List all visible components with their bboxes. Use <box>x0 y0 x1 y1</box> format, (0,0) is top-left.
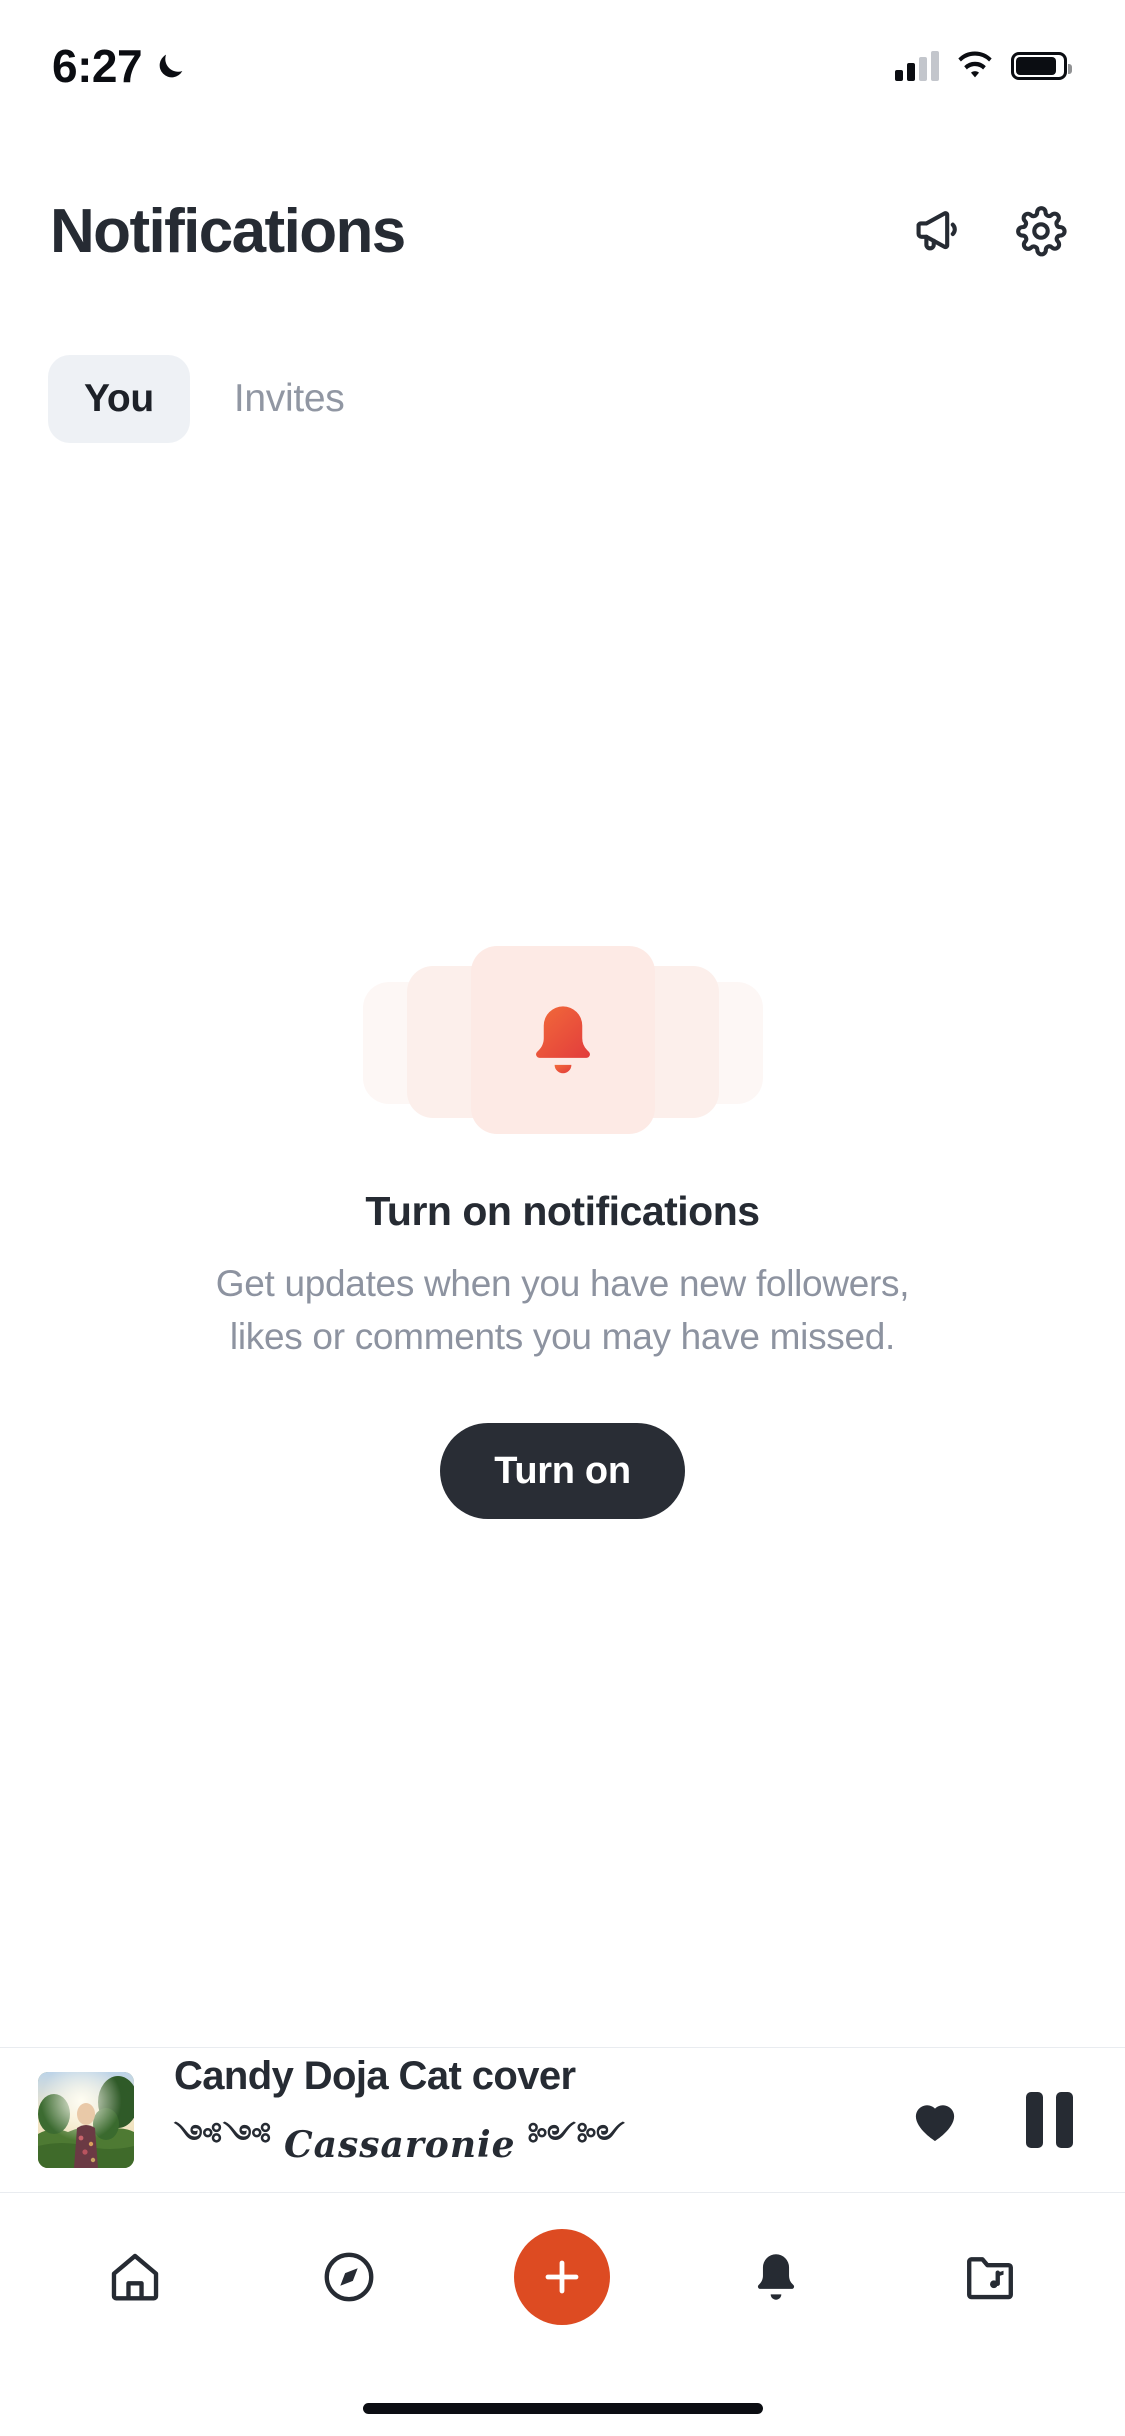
crescent-moon-icon <box>154 49 188 83</box>
wifi-icon <box>955 51 995 81</box>
track-title: Candy Doja Cat cover <box>174 2053 576 2098</box>
megaphone-icon[interactable] <box>909 203 965 259</box>
status-bar: 6:27 <box>0 0 1125 132</box>
status-bar-right <box>895 51 1072 81</box>
track-artist-name: Cassaronie <box>284 2123 516 2166</box>
album-artwork[interactable] <box>38 2072 134 2168</box>
turn-on-button[interactable]: Turn on <box>440 1423 685 1519</box>
ornament-right-icon: ༻༻ <box>527 2118 626 2154</box>
empty-state-title: Turn on notifications <box>365 1188 760 1234</box>
empty-state-subtitle: Get updates when you have new followers,… <box>215 1257 910 1363</box>
nav-discover[interactable] <box>294 2222 404 2332</box>
notifications-tabs: You Invites <box>48 355 381 443</box>
heart-filled-icon[interactable] <box>903 2088 967 2152</box>
status-bar-time: 6:27 <box>52 40 143 92</box>
tab-you[interactable]: You <box>48 355 190 443</box>
gear-icon[interactable] <box>1013 203 1069 259</box>
home-indicator <box>362 2403 763 2414</box>
track-info: Candy Doja Cat cover ༺༺ Cassaronie ༻༻ <box>174 2054 873 2187</box>
nav-create[interactable] <box>507 2222 617 2332</box>
tab-invites[interactable]: Invites <box>198 355 381 443</box>
header-actions <box>909 203 1069 259</box>
player-actions <box>903 2088 1081 2152</box>
pause-icon[interactable] <box>1017 2088 1081 2152</box>
ornament-left-icon: ༺༺ <box>174 2118 272 2154</box>
battery-icon <box>1011 52 1072 80</box>
nav-activity[interactable] <box>721 2222 831 2332</box>
mini-player[interactable]: Candy Doja Cat cover ༺༺ Cassaronie ༻༻ <box>0 2047 1125 2192</box>
empty-state: Turn on notifications Get updates when y… <box>0 940 1125 1519</box>
bottom-navigation <box>0 2192 1125 2360</box>
notifications-illustration <box>353 940 773 1140</box>
page-title: Notifications <box>50 196 406 266</box>
status-bar-left: 6:27 <box>52 39 188 93</box>
track-artist: ༺༺ Cassaronie ༻༻ <box>174 2103 873 2187</box>
empty-state-subtitle-line1: Get updates when you have new followers, <box>215 1263 910 1304</box>
plus-icon[interactable] <box>514 2228 611 2325</box>
page-header: Notifications <box>0 176 1125 286</box>
empty-state-subtitle-line2: likes or comments you may have missed. <box>229 1316 896 1357</box>
cellular-signal-icon <box>895 51 939 81</box>
nav-library[interactable] <box>935 2222 1045 2332</box>
nav-home[interactable] <box>80 2222 190 2332</box>
bell-icon <box>521 998 605 1082</box>
